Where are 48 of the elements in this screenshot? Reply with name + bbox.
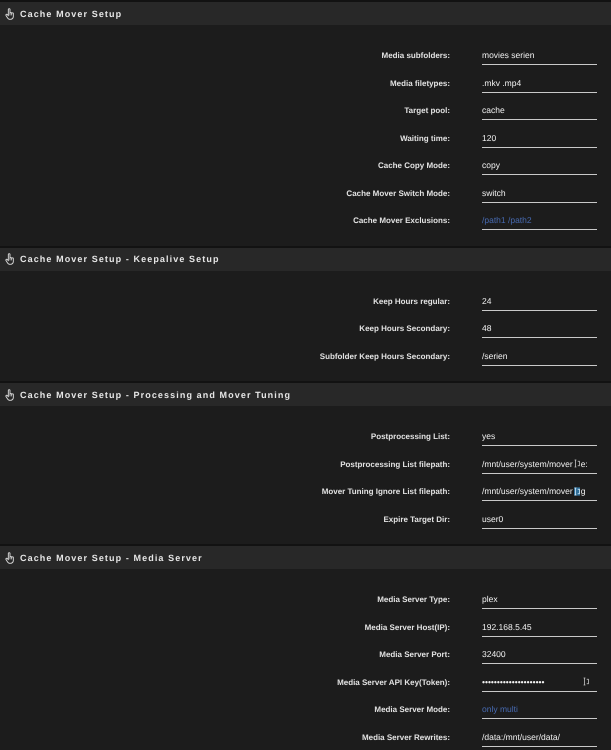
text-cursor-icon[interactable]	[583, 677, 589, 686]
input-field[interactable]: user0	[482, 510, 597, 529]
hand-icon	[5, 8, 15, 20]
hand-icon	[5, 552, 15, 564]
setting-label: Keep Hours Secondary:	[359, 324, 450, 334]
setting-label: Media subfolders:	[382, 51, 450, 60]
input-field[interactable]: cache	[482, 101, 597, 120]
setting-label: Media filetypes:	[390, 78, 450, 88]
section-title: Cache Mover Setup	[20, 8, 122, 18]
input-field[interactable]: 32400	[482, 645, 597, 664]
setting-label: Target pool:	[404, 106, 450, 116]
section-title: Cache Mover Setup - Processing and Mover Tuning	[20, 390, 292, 400]
hand-icon	[5, 253, 15, 265]
setting-label: Waiting time:	[400, 134, 450, 143]
input-field[interactable]: movies serien	[482, 46, 597, 66]
section-title: Cache Mover Setup - Keepalive Setup	[20, 254, 220, 264]
input-field[interactable]: 48	[482, 319, 597, 338]
input-field[interactable]: 192.168.5.45	[482, 618, 597, 637]
setting-label: Postprocessing List filepath:	[340, 460, 450, 469]
input-field[interactable]: /mnt/user/system/mover g	[482, 482, 597, 502]
input-field[interactable]: switch	[482, 184, 597, 203]
setting-label: Expire Target Dir:	[383, 514, 450, 524]
input-field[interactable]: /mnt/user/system/mover e:	[482, 454, 597, 474]
setting-label: Mover Tuning Ignore List filepath:	[322, 487, 450, 496]
setting-label: Media Server Type:	[377, 595, 450, 604]
hand-icon	[5, 388, 15, 400]
setting-label: Cache Mover Switch Mode:	[346, 188, 450, 198]
input-field[interactable]: 120	[482, 128, 597, 148]
text-cursor-icon[interactable]	[574, 459, 580, 468]
setting-label: Cache Copy Mode:	[378, 161, 450, 170]
input-field[interactable]: .mkv .mp4	[482, 74, 597, 93]
setting-label: Media Server API Key(Token):	[337, 678, 450, 687]
setting-label: Media Server Rewrites:	[362, 732, 450, 742]
setting-label: Media Server Host(IP):	[364, 622, 450, 632]
setting-label: Media Server Mode:	[374, 705, 450, 714]
setting-label: Postprocessing List:	[370, 432, 450, 442]
input-field[interactable]: plex	[482, 590, 597, 610]
section-title: Cache Mover Setup - Media Server	[20, 552, 203, 562]
input-field[interactable]: •••••••••••••••••••••	[482, 672, 597, 692]
input-field[interactable]: /data:/mnt/user/data/	[482, 728, 597, 747]
setting-label: Cache Mover Exclusions:	[353, 216, 450, 226]
input-field[interactable]: yes	[482, 427, 597, 446]
input-field[interactable]: 24	[482, 292, 597, 311]
input-field[interactable]: copy	[482, 156, 597, 176]
input-field[interactable]: /serien	[482, 346, 597, 366]
setting-label: Media Server Port:	[379, 650, 450, 660]
setting-label: Keep Hours regular:	[373, 296, 450, 306]
setting-label: Subfolder Keep Hours Secondary:	[320, 352, 450, 361]
